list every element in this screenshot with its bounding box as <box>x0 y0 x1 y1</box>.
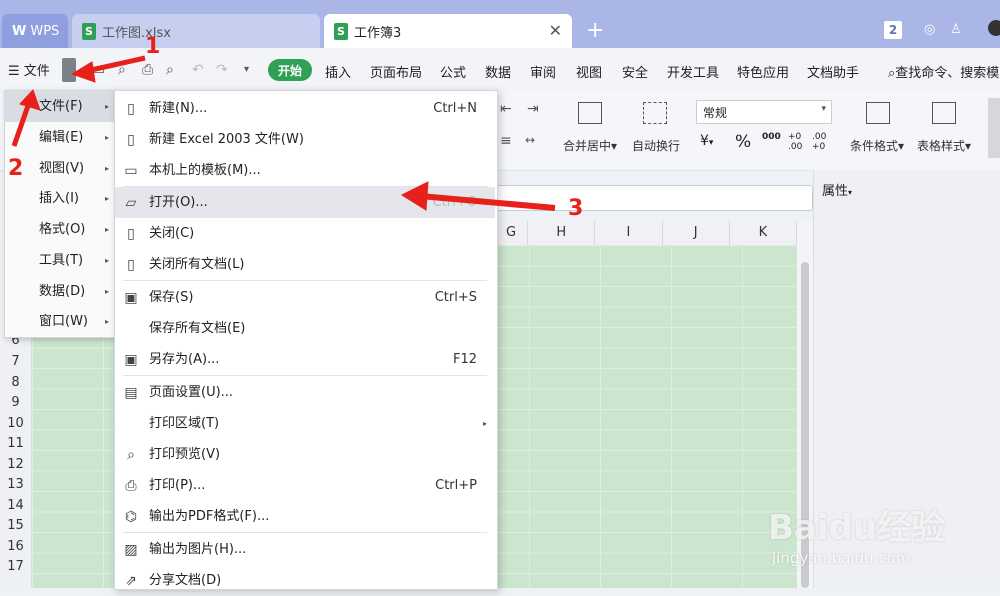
watermark-brand: Baidu经验 <box>768 508 946 548</box>
watermark-url: jingyan.baidu.com <box>772 549 911 567</box>
annotation-arrowhead-1 <box>70 61 96 83</box>
annotation-label-3: 3 <box>568 196 584 221</box>
annotation-label-1: 1 <box>145 34 161 59</box>
annotation-arrow-2 <box>11 99 33 147</box>
annotation-arrow-3 <box>419 193 556 211</box>
annotation-arrowhead-3 <box>400 181 429 211</box>
annotation-label-2: 2 <box>8 156 24 181</box>
baidu-watermark: Baidu经验 jingyan.baidu.com <box>768 500 988 584</box>
annotation-arrowhead-2 <box>19 89 41 111</box>
